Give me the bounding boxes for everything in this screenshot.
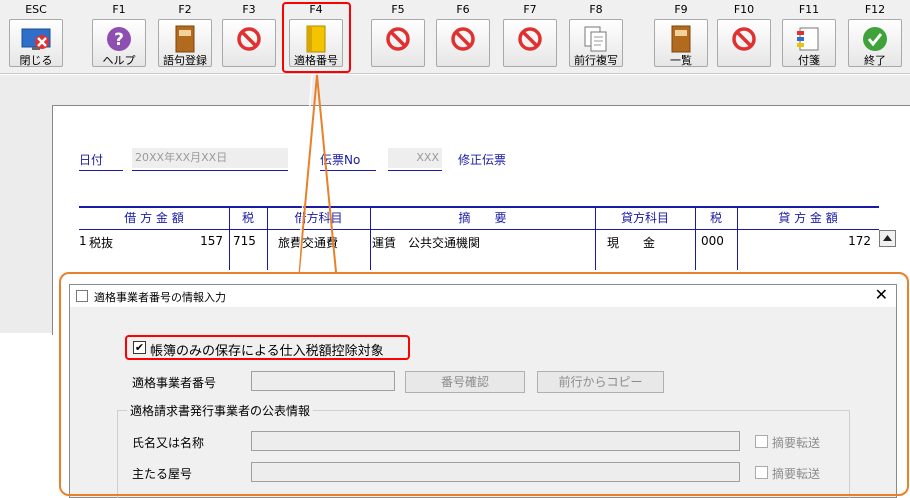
callout-frame — [59, 272, 909, 496]
